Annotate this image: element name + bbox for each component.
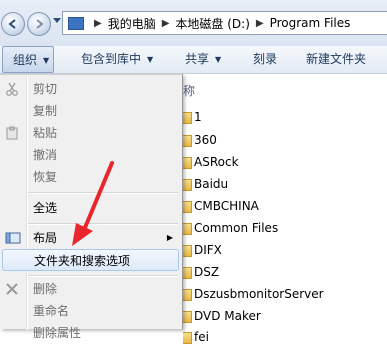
chevron-down-icon: ▼ [147, 55, 154, 64]
back-arrow-icon [8, 19, 16, 29]
chevron-down-icon: ▼ [215, 55, 222, 64]
folder-icon [183, 266, 192, 279]
menu-item-copy[interactable]: 复制 [0, 100, 181, 122]
address-bar: ▶ 我的电脑 ▶ 本地磁盘 (D:) ▶ Program Files [0, 0, 387, 46]
folder-icon [183, 331, 192, 344]
breadcrumb-separator[interactable]: ▶ [256, 18, 264, 29]
command-toolbar: 组织 ▼ 包含到库中 ▼ 共享 ▼ 刻录 新建文件夹 [0, 46, 387, 74]
recent-pages-dropdown-icon[interactable] [53, 18, 61, 24]
menu-item-label: 恢复 [33, 170, 58, 184]
breadcrumb-my-computer[interactable]: 我的电脑 [108, 15, 156, 32]
menu-item-paste[interactable]: 粘贴 [0, 122, 181, 144]
name-column-header[interactable]: 称 [183, 82, 195, 99]
folder-name: CMBCHINA [194, 199, 259, 213]
menu-item-undo[interactable]: 撤消 [0, 144, 181, 166]
breadcrumb-local-disk-d[interactable]: 本地磁盘 (D:) [175, 15, 249, 32]
menu-separator [28, 192, 178, 194]
share-button[interactable]: 共享 ▼ [185, 46, 221, 73]
menu-item-label: 全选 [33, 201, 58, 215]
menu-item-label: 文件夹和搜索选项 [34, 254, 131, 268]
menu-item-delete[interactable]: 删除 [0, 278, 181, 300]
menu-item-rename[interactable]: 重命名 [0, 300, 181, 322]
delete-x-icon [6, 283, 18, 295]
folder-icon [183, 134, 192, 147]
burn-label: 刻录 [253, 52, 278, 66]
folder-name: 360 [194, 133, 217, 147]
folder-name: fei [194, 330, 209, 344]
menu-item-select-all[interactable]: 全选 [0, 197, 181, 219]
back-button[interactable] [1, 12, 25, 36]
folder-row[interactable]: ASRock [183, 151, 239, 173]
folder-row[interactable]: DSZ [183, 261, 219, 283]
folder-icon [183, 156, 192, 169]
breadcrumb[interactable]: ▶ 我的电脑 ▶ 本地磁盘 (D:) ▶ Program Files [62, 11, 387, 35]
menu-item-label: 删除属性 [33, 326, 82, 340]
organize-label: 组织 [13, 53, 38, 67]
new-folder-label: 新建文件夹 [306, 52, 367, 66]
menu-item-label: 粘贴 [33, 126, 58, 140]
menu-item-layout[interactable]: 布局 ▶ [0, 227, 181, 249]
folder-icon [183, 288, 192, 301]
layout-icon [5, 232, 21, 244]
include-in-library-label: 包含到库中 [81, 52, 142, 66]
new-folder-button[interactable]: 新建文件夹 [306, 46, 366, 73]
folder-icon [183, 244, 192, 257]
forward-button[interactable] [27, 12, 51, 36]
folder-name: ASRock [194, 155, 239, 169]
menu-item-cut[interactable]: 剪切 [0, 78, 181, 100]
folder-name: 1 [194, 110, 202, 124]
folder-icon [183, 178, 192, 191]
menu-item-label: 重命名 [33, 304, 70, 318]
folder-name: DIFX [194, 243, 222, 257]
menu-item-label: 布局 [33, 231, 58, 245]
folder-row[interactable]: Baidu [183, 173, 228, 195]
folder-row[interactable]: DszusbmonitorServer [183, 283, 324, 305]
folder-row[interactable]: Common Files [183, 217, 278, 239]
menu-item-label: 删除 [33, 282, 58, 296]
include-in-library-button[interactable]: 包含到库中 ▼ [81, 46, 153, 73]
menu-item-label: 剪切 [33, 82, 58, 96]
folder-row[interactable]: 1 [183, 106, 202, 128]
scissors-icon [6, 82, 18, 96]
folder-name: DVD Maker [194, 309, 261, 323]
folder-icon [183, 200, 192, 213]
chevron-down-icon: ▼ [43, 56, 50, 65]
folder-row[interactable]: CMBCHINA [183, 195, 259, 217]
share-label: 共享 [185, 52, 210, 66]
folder-name: DszusbmonitorServer [194, 287, 324, 301]
menu-item-remove-properties[interactable]: 删除属性 [0, 322, 181, 344]
folder-icon [183, 222, 192, 235]
folder-row[interactable]: DVD Maker [183, 305, 261, 327]
breadcrumb-separator[interactable]: ▶ [94, 18, 102, 29]
breadcrumb-separator[interactable]: ▶ [162, 18, 170, 29]
folder-name: Common Files [194, 221, 279, 235]
folder-name: DSZ [194, 265, 220, 279]
breadcrumb-program-files[interactable]: Program Files [270, 16, 351, 30]
menu-separator [28, 223, 178, 225]
menu-separator [28, 275, 178, 277]
folder-row[interactable]: DIFX [183, 239, 222, 261]
folder-icon [183, 310, 192, 323]
menu-item-label: 复制 [33, 104, 58, 118]
burn-button[interactable]: 刻录 [253, 46, 277, 73]
menu-item-redo[interactable]: 恢复 [0, 166, 181, 188]
organize-button[interactable]: 组织 ▼ [2, 46, 55, 73]
folder-row[interactable]: 360 [183, 129, 217, 151]
menu-item-label: 撤消 [33, 148, 58, 162]
folder-name: Baidu [194, 177, 229, 191]
forward-arrow-icon [36, 19, 44, 29]
menu-item-folder-and-search-options[interactable]: 文件夹和搜索选项 [2, 249, 179, 271]
folder-icon [183, 111, 192, 124]
folder-row[interactable]: fei [183, 326, 209, 348]
submenu-arrow-icon: ▶ [166, 233, 173, 242]
computer-icon [68, 16, 84, 30]
paste-icon [6, 126, 18, 140]
organize-menu: 剪切 复制 粘贴 撤消 恢复 全选 布局 ▶ 文件夹和搜索选项 删除 重命名 删… [0, 74, 183, 340]
